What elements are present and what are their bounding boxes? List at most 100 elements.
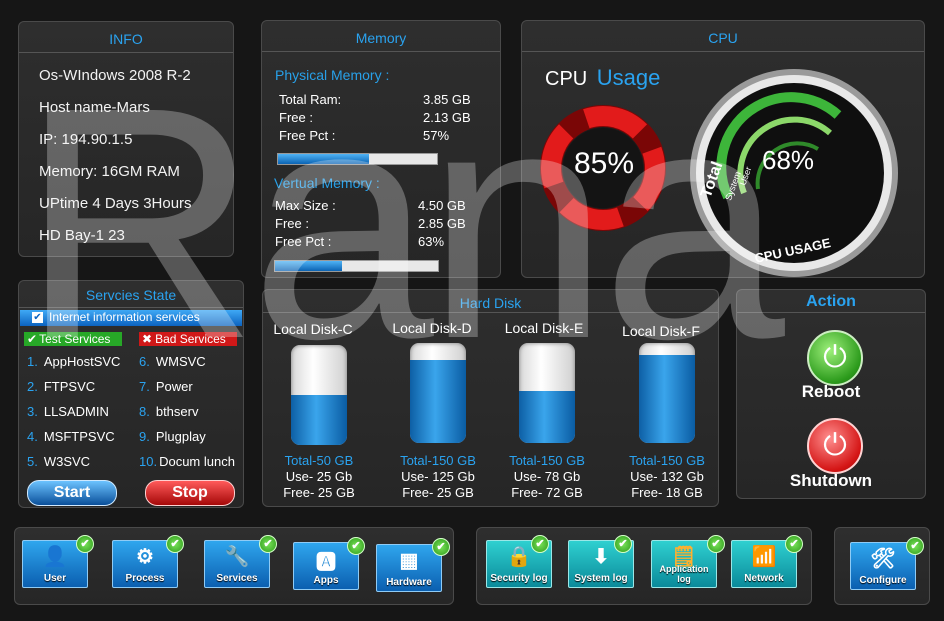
service-name: FTPSVC <box>43 379 96 394</box>
check-icon: ✔ <box>259 535 277 553</box>
service-number: 5. <box>27 454 38 469</box>
info-title: INFO <box>19 22 233 53</box>
configure-label: Configure <box>859 575 907 586</box>
shutdown-button[interactable]: ⏻ <box>807 418 863 474</box>
service-item[interactable]: 6. WMSVC <box>139 354 206 369</box>
disk-total: Total-150 GB <box>400 453 476 468</box>
disk-usage-tube <box>410 343 466 443</box>
cpu-gauge-value: 68% <box>762 145 815 175</box>
service-name: Plugplay <box>155 429 206 444</box>
service-name: MSFTPSVC <box>43 429 115 444</box>
application-log-label: Application log <box>659 564 709 584</box>
cpu-heading: CPU Usage <box>545 65 660 91</box>
power-icon: ⏻ <box>823 341 847 374</box>
info-panel: INFO Os-WIndows 2008 R-2 Host name-Mars … <box>18 21 234 257</box>
ip-text: IP: 194.90.1.5 <box>39 131 133 148</box>
disk-usage-tube <box>519 343 575 443</box>
physical-key: Free Pct : <box>279 128 336 143</box>
service-number: 9. <box>139 429 150 444</box>
cpu-heading-usage: Usage <box>596 65 661 90</box>
x-icon: ✖ <box>142 332 153 346</box>
action-panel: Action ⏻ Reboot ⏻ Shutdown <box>736 289 926 499</box>
configure-icon: 🛠 <box>870 548 896 570</box>
service-item[interactable]: 10. Docum lunch <box>139 454 235 469</box>
os-text: Os-WIndows 2008 R-2 <box>39 67 191 84</box>
disk-usage-tube <box>291 345 347 445</box>
disk-name: Local Disk-F <box>622 323 700 339</box>
virtual-value: 63% <box>418 234 445 249</box>
service-number: 7. <box>139 379 150 394</box>
check-icon: ✔ <box>785 535 803 553</box>
check-icon: ✔ <box>432 538 450 556</box>
service-number: 4. <box>27 429 38 444</box>
check-icon: ✔ <box>76 535 94 553</box>
service-item[interactable]: 4. MSFTPSVC <box>27 429 115 444</box>
physical-key: Total Ram: <box>279 92 342 107</box>
disk-usage-fill <box>410 360 466 443</box>
test-services-tag[interactable]: ✔ Test Services <box>24 332 122 346</box>
physical-value: 57% <box>423 128 450 143</box>
disk-free: Free- 18 GB <box>631 485 703 500</box>
service-number: 8. <box>139 404 150 419</box>
virtual-memory-bar <box>274 260 439 272</box>
virtual-memory-label: Vertual Memory : <box>274 175 380 191</box>
physical-key: Free : <box>279 110 313 125</box>
disk-name: Local Disk-E <box>504 320 584 336</box>
check-icon: ✔ <box>614 535 632 553</box>
services-panel: Servcies State ✔ Internet information ser… <box>18 280 244 508</box>
service-item[interactable]: 5. W3SVC <box>27 454 90 469</box>
uptime-text: UPtime 4 Days 3Hours <box>39 195 192 212</box>
disk-free: Free- 25 GB <box>283 485 355 500</box>
virtual-memory-bar-fill <box>275 261 342 271</box>
service-item[interactable]: 8. bthserv <box>139 404 198 419</box>
service-item[interactable]: 7. Power <box>139 379 193 394</box>
user-label: User <box>43 573 67 584</box>
service-item[interactable]: 3. LLSADMIN <box>27 404 109 419</box>
start-button[interactable]: Start <box>27 480 117 506</box>
reboot-button[interactable]: ⏻ <box>807 330 863 386</box>
power-icon: ⏻ <box>823 429 847 462</box>
service-item[interactable]: 1. AppHostSVC <box>27 354 120 369</box>
service-name: W3SVC <box>43 454 91 469</box>
check-icon: ✔ <box>906 537 924 555</box>
bad-services-tag[interactable]: ✖ Bad Services <box>139 332 237 346</box>
check-icon: ✔ <box>531 535 549 553</box>
cpu-panel: CPU CPU Usage 85% 68% Total System User … <box>521 20 925 278</box>
service-number: 10. <box>139 454 158 469</box>
process-label: Process <box>125 573 165 584</box>
service-name: WMSVC <box>155 354 206 369</box>
service-name: Docum lunch <box>159 454 235 469</box>
virtual-value: 4.50 GB <box>418 198 466 213</box>
action-title: Action <box>737 290 925 313</box>
service-item[interactable]: 2. FTPSVC <box>27 379 95 394</box>
disk-total: Total-150 GB <box>509 453 585 468</box>
host-text: Host name-Mars <box>39 99 150 116</box>
disk-total: Total-50 GB <box>284 453 354 468</box>
virtual-key: Free : <box>275 216 309 231</box>
test-services-label: Test Services <box>39 332 111 346</box>
iis-header[interactable]: ✔ Internet information services <box>20 310 242 326</box>
disk-usage-fill <box>291 395 347 445</box>
shutdown-label: Shutdown <box>789 471 873 490</box>
service-item[interactable]: 9. Plugplay <box>139 429 206 444</box>
network-label: Network <box>744 573 784 584</box>
checkbox-icon[interactable]: ✔ <box>32 312 43 323</box>
disk-name: Local Disk-D <box>392 320 472 336</box>
memory-text: Memory: 16GM RAM <box>39 163 180 180</box>
iis-header-label: Internet information services <box>49 310 200 324</box>
check-icon: ✔ <box>166 535 184 553</box>
stop-button[interactable]: Stop <box>145 480 235 506</box>
hard-disk-title: Hard Disk <box>263 290 718 313</box>
virtual-key: Max Size : <box>275 198 336 213</box>
physical-value: 3.85 GB <box>423 92 471 107</box>
service-number: 2. <box>27 379 38 394</box>
service-name: LLSADMIN <box>43 404 109 419</box>
physical-memory-bar <box>277 153 438 165</box>
service-number: 3. <box>27 404 38 419</box>
cpu-title: CPU <box>522 21 924 52</box>
service-name: Power <box>155 379 193 394</box>
physical-value: 2.13 GB <box>423 110 471 125</box>
apps-label: Apps <box>313 575 339 586</box>
chip-icon: ▦ <box>399 550 419 572</box>
disk-free: Free- 72 GB <box>511 485 583 500</box>
